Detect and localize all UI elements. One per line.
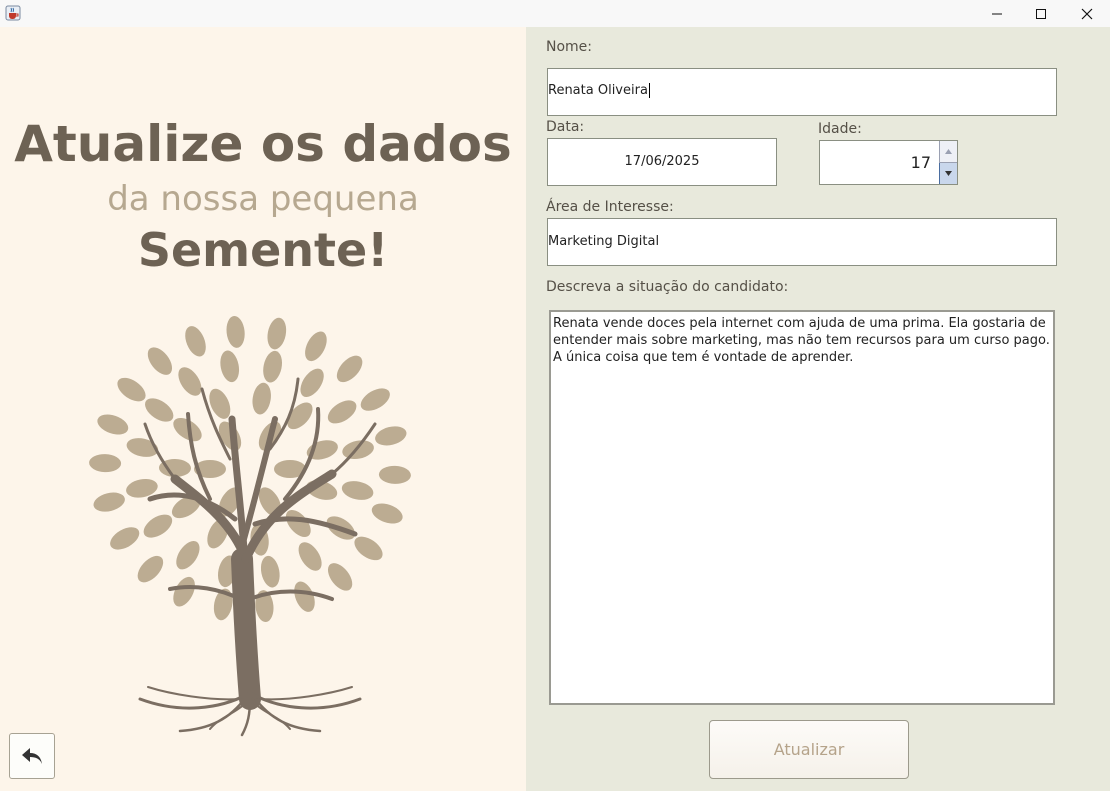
tree-leaf [298,542,322,571]
arrow-up-icon [945,149,952,154]
maximize-button[interactable] [1018,0,1064,27]
tree-leaf [294,581,315,612]
java-cup-icon [5,5,21,21]
tree-leaf [143,514,173,538]
headline-emphasis: Semente! [137,223,389,277]
tree-leaf [327,400,357,424]
tree-leaf [263,350,283,383]
tree-leaf [97,414,129,435]
tree-leaf [110,527,140,550]
tree-leaf [176,541,200,570]
age-spinner[interactable]: 17 [819,140,958,185]
close-button[interactable] [1064,0,1110,27]
tree-leaf [147,347,173,375]
update-button-label: Atualizar [773,740,845,759]
tree-leaf [300,368,324,397]
tree-leaf [371,503,403,524]
left-panel: Atualize os dados da nossa pequena Semen… [0,27,526,791]
name-label: Nome: [546,39,593,55]
tree-of-knowledge-illustration [89,315,411,737]
description-value: Renata vende doces pela internet com aju… [553,316,1050,365]
tree-leaf [89,454,122,473]
minimize-button[interactable] [974,0,1020,27]
maximize-icon [1036,8,1046,19]
headline-primary: Atualize os dados [14,115,512,173]
tree-leaf [378,465,411,484]
tree-leaf [360,388,390,411]
tree-leaf [220,350,240,383]
minimize-icon [992,13,1002,14]
name-value: Renata Oliveira [548,83,648,98]
back-arrow-icon [22,748,42,764]
tree-leaf [336,355,363,383]
tree-leaf [117,377,146,402]
age-label: Idade: [818,121,862,137]
tree-leaf [93,492,125,512]
tree-leaf [327,563,353,591]
tree-leaf [305,331,327,362]
date-label: Data: [546,119,585,135]
tree-leaf [173,576,195,607]
form-panel: Nome: Renata Oliveira Data: 17/06/2025 I… [526,27,1110,791]
age-value: 17 [910,153,931,172]
tree-leaf [375,426,407,446]
text-cursor [648,83,650,98]
close-icon [1081,8,1093,19]
tree-leaf [341,481,374,500]
age-increment-button[interactable] [939,141,957,163]
tree-leaf [354,536,383,561]
description-textarea[interactable]: Renata vende doces pela internet com aju… [549,310,1055,705]
description-label: Descreva a situação do candidato: [546,279,789,295]
interest-label: Área de Interesse: [546,199,674,215]
name-field[interactable]: Renata Oliveira [547,68,1057,116]
tree-leaf [185,326,206,357]
tree-leaf [226,315,245,348]
tree-leaf [145,398,174,422]
tree-leaf [267,317,287,350]
title-bar [0,0,1110,27]
tree-leaf [252,382,271,415]
date-value: 17/06/2025 [624,154,700,169]
arrow-down-icon [945,171,952,176]
back-button[interactable] [9,733,55,779]
interest-value: Marketing Digital [548,234,660,249]
update-button[interactable]: Atualizar [709,720,909,779]
age-decrement-button[interactable] [939,163,957,184]
tree-leaf [342,440,374,460]
headline-secondary: da nossa pequena [107,179,419,219]
interest-field[interactable]: Marketing Digital [547,218,1057,266]
tree-leaf [137,555,164,583]
tree-leaf [178,367,202,396]
tree-leaf [260,555,280,588]
date-field[interactable]: 17/06/2025 [547,138,777,186]
